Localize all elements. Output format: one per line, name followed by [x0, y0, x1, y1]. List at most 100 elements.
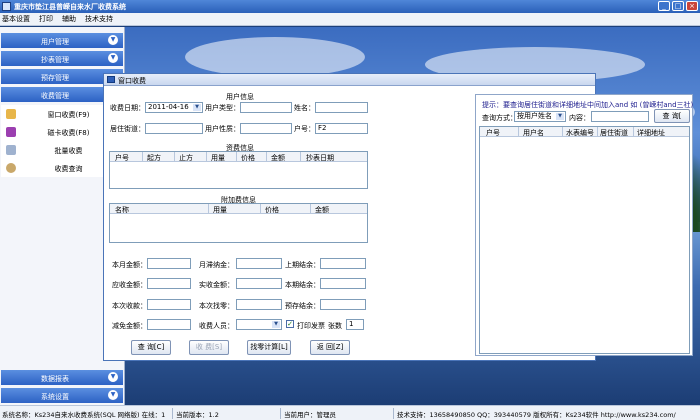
- chevron-down-icon[interactable]: ▼: [556, 113, 564, 120]
- chevron-down-icon[interactable]: ▼: [108, 35, 118, 45]
- column-header: 用户名: [523, 129, 544, 137]
- query-button[interactable]: 查 询[C]: [131, 340, 171, 355]
- content-search-input[interactable]: [591, 111, 649, 122]
- receivable-field[interactable]: [147, 278, 191, 289]
- window-titlebar: 重庆市垫江县曾嵘自来水厂收费系统 _ □ ×: [0, 0, 700, 13]
- name-label: 姓名：: [294, 104, 315, 112]
- chevron-down-icon[interactable]: ▼: [108, 390, 118, 400]
- print-invoice-checkbox[interactable]: ✓: [286, 320, 294, 328]
- user-type-field[interactable]: [240, 102, 292, 113]
- query-mode-value: 按用户姓名: [517, 112, 552, 120]
- column-header: 起方: [147, 154, 161, 162]
- sidebar-section-label: 预存管理: [41, 74, 69, 82]
- status-system-name: 系统名称：Ks234自来水收费系统(SQL 网络版) 在线：1: [2, 411, 166, 419]
- chevron-down-icon[interactable]: ▼: [272, 321, 280, 328]
- menu-assist[interactable]: 辅助: [62, 14, 76, 24]
- current-balance-field[interactable]: [320, 278, 366, 289]
- cashier-select[interactable]: ▼: [236, 319, 282, 330]
- dialog-titlebar: 窗口收费: [104, 74, 595, 86]
- sidebar-item-label: 窗口收费(F9): [47, 111, 90, 119]
- fee-info-table[interactable]: 户号 起方 止方 用量 价格 金额 抄表日期: [109, 151, 368, 189]
- query-mode-label: 查询方式：: [482, 114, 517, 122]
- column-header: 水表编号: [566, 129, 594, 137]
- user-results-table[interactable]: 户号 用户名 水表编号 居住街道 详细地址: [479, 126, 690, 354]
- name-field[interactable]: [315, 102, 368, 113]
- column-header: 居住街道: [600, 129, 628, 137]
- menu-basic-settings[interactable]: 基本设置: [2, 14, 30, 24]
- cashier-label: 收费人员：: [199, 322, 234, 330]
- status-current-user: 当前用户：管理员: [284, 411, 336, 419]
- receivable-label: 应收金额：: [112, 281, 147, 289]
- last-balance-field[interactable]: [320, 258, 366, 269]
- street-field[interactable]: [145, 123, 203, 134]
- prepay-balance-field[interactable]: [320, 299, 366, 310]
- sidebar-section-label: 抄表管理: [41, 56, 69, 64]
- month-amount-label: 本月金额：: [112, 261, 147, 269]
- sidebar-section-label: 用户管理: [41, 38, 69, 46]
- chevron-down-icon[interactable]: ▼: [108, 53, 118, 63]
- cloud: [185, 37, 365, 77]
- current-balance-label: 本期结余：: [285, 281, 320, 289]
- change-calc-button[interactable]: 找零计算[L]: [247, 340, 291, 355]
- app-icon: [2, 2, 11, 11]
- column-header: 价格: [241, 154, 255, 162]
- column-header: 止方: [179, 154, 193, 162]
- copies-value: 1: [349, 320, 354, 328]
- chevron-down-icon[interactable]: ▼: [108, 372, 118, 382]
- minimize-button[interactable]: _: [658, 1, 670, 11]
- sidebar-section-system-settings[interactable]: 系统设置 ▼: [1, 388, 123, 403]
- window-fee-dialog: 窗口收费 用户信息 收费日期： 2011-04-16 ▼ 用户类型： 姓名： 居…: [103, 73, 693, 361]
- extra-fee-table[interactable]: 名称 用量 价格 金额: [109, 203, 368, 243]
- payment-field[interactable]: [147, 299, 191, 310]
- window-title: 重庆市垫江县曾嵘自来水厂收费系统: [14, 3, 126, 11]
- print-invoice-label: 打印发票: [297, 322, 325, 330]
- sidebar-item-label: 收费查询: [54, 165, 83, 173]
- column-header: 用量: [213, 206, 227, 214]
- copies-field[interactable]: 1: [346, 319, 364, 330]
- window-controls: _ □ ×: [658, 1, 698, 12]
- late-fee-field[interactable]: [236, 258, 282, 269]
- menu-tech-support[interactable]: 技术支持: [85, 14, 113, 24]
- batch-icon: [6, 145, 16, 155]
- sidebar-section-user-management[interactable]: 用户管理 ▼: [1, 33, 123, 48]
- fee-date-value: 2011-04-16: [148, 103, 189, 111]
- extra-fee-table-header: 名称 用量 价格 金额: [110, 204, 367, 214]
- change-field[interactable]: [236, 299, 282, 310]
- sidebar-section-meter-management[interactable]: 抄表管理 ▼: [1, 51, 123, 66]
- user-nature-label: 用户性质：: [205, 125, 240, 133]
- user-type-label: 用户类型：: [205, 104, 240, 112]
- sidebar-section-label: 系统设置: [41, 393, 69, 401]
- account-field[interactable]: F2: [315, 123, 368, 134]
- return-button[interactable]: 返 回[Z]: [310, 340, 350, 355]
- column-header: 金额: [271, 154, 285, 162]
- copies-label: 张数: [328, 322, 342, 330]
- calendar-dropdown-icon[interactable]: ▼: [193, 104, 201, 111]
- maximize-button[interactable]: □: [672, 1, 684, 11]
- user-nature-field[interactable]: [240, 123, 292, 134]
- fee-date-label: 收费日期：: [110, 104, 145, 112]
- column-header: 价格: [265, 206, 279, 214]
- status-bar: 系统名称：Ks234自来水收费系统(SQL 网络版) 在线：1 当前版本：1.2…: [0, 405, 700, 420]
- query-mode-select[interactable]: 按用户姓名 ▼: [514, 111, 566, 122]
- charge-button[interactable]: 收 费[S]: [189, 340, 229, 355]
- account-label: 户号：: [294, 125, 315, 133]
- column-header: 抄表日期: [306, 154, 334, 162]
- month-amount-field[interactable]: [147, 258, 191, 269]
- close-button[interactable]: ×: [686, 1, 698, 11]
- column-header: 金额: [315, 206, 329, 214]
- sidebar-section-label: 收费管理: [41, 92, 69, 100]
- status-support: 技术支持：13658490850 QQ：393440579 版权所有：Ks234…: [397, 411, 676, 419]
- column-header: 户号: [486, 129, 500, 137]
- menu-print[interactable]: 打印: [39, 14, 53, 24]
- query-icon: [6, 163, 16, 173]
- actual-received-label: 实收金额：: [199, 281, 234, 289]
- payment-label: 本次收款：: [112, 302, 147, 310]
- change-label: 本次找零：: [199, 302, 234, 310]
- discount-field[interactable]: [147, 319, 191, 330]
- column-header: 名称: [115, 206, 129, 214]
- search-button[interactable]: 查 询[: [654, 109, 690, 123]
- actual-received-field[interactable]: [236, 278, 282, 289]
- fee-date-picker[interactable]: 2011-04-16 ▼: [145, 102, 203, 113]
- account-value: F2: [318, 124, 327, 132]
- sidebar-section-reports[interactable]: 数据报表 ▼: [1, 370, 123, 385]
